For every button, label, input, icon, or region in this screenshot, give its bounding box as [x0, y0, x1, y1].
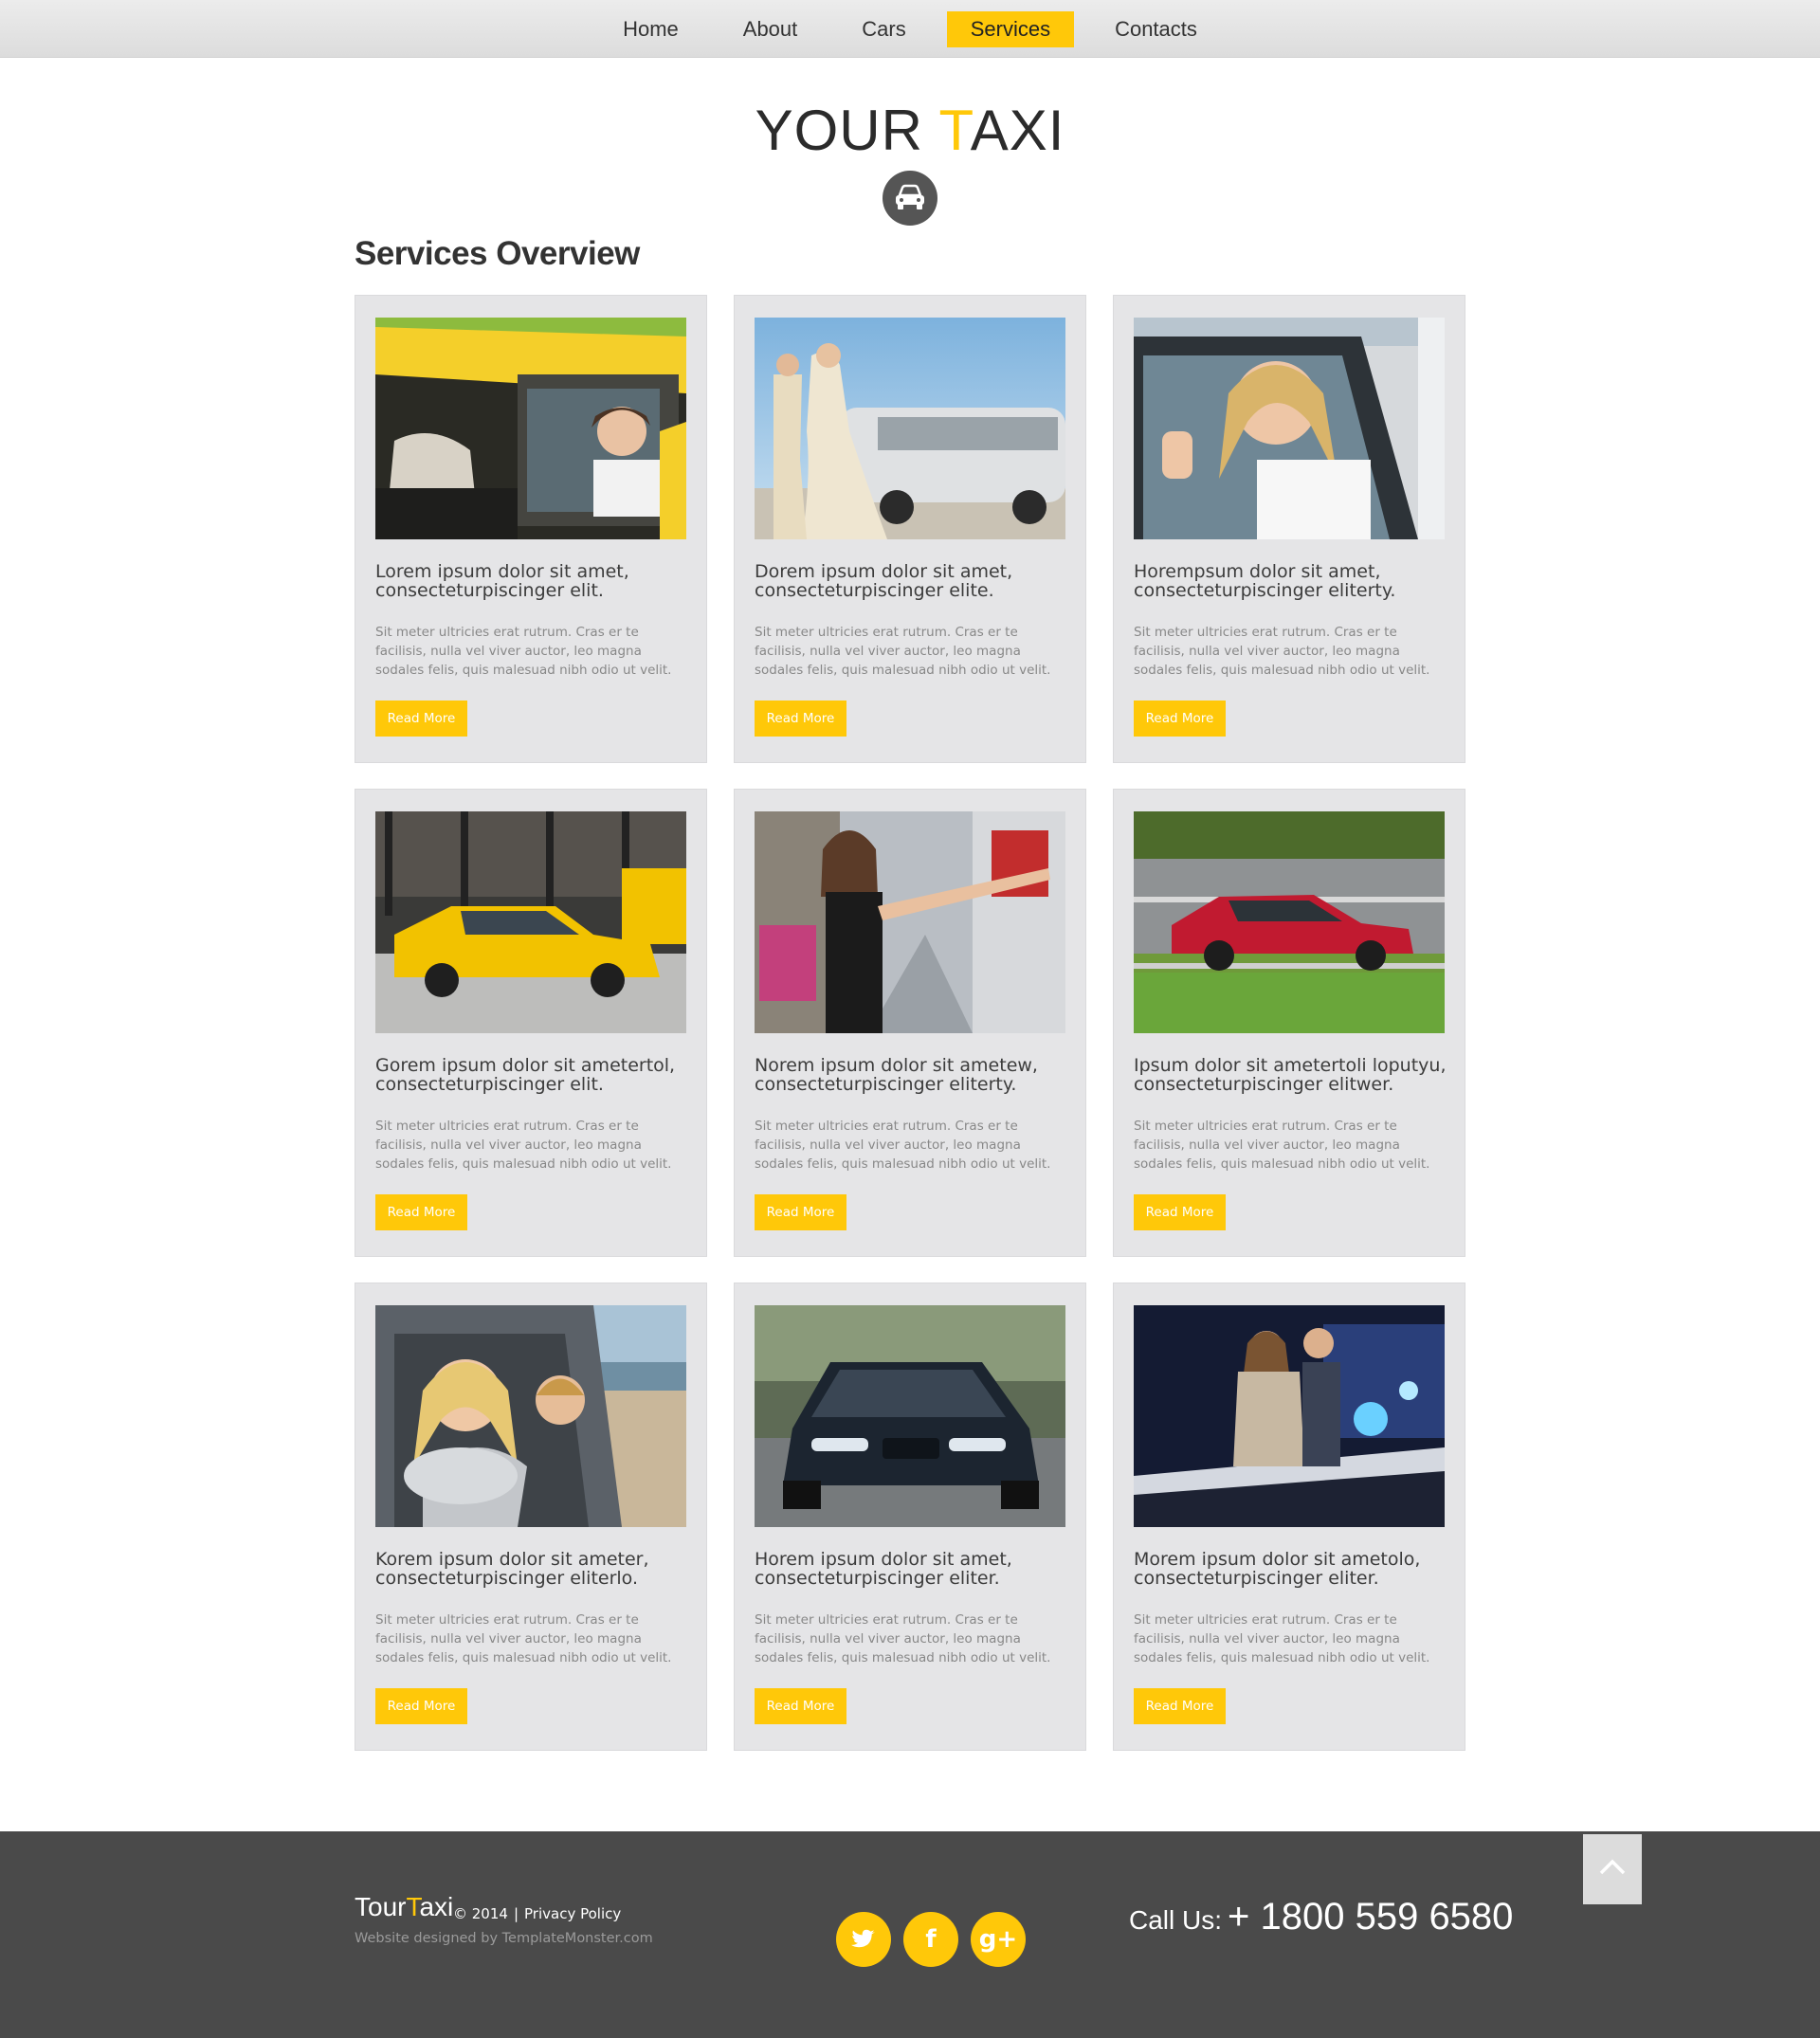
card-title: Gorem ipsum dolor sit ametertol, consect… [375, 1055, 676, 1095]
privacy-policy-link[interactable]: Privacy Policy [524, 1905, 621, 1922]
separator: | [513, 1905, 519, 1922]
facebook-button[interactable]: f [903, 1912, 958, 1967]
card-text: Sit meter ultricies erat rutrum. Cras er… [755, 625, 1051, 678]
chevron-up-icon [1599, 1859, 1626, 1875]
nav-menu: Home About Cars Services Contacts [0, 11, 1820, 47]
happy-driver-photo [1134, 318, 1445, 539]
read-more-button[interactable]: Read More [375, 1194, 467, 1230]
read-more-button[interactable]: Read More [755, 1194, 846, 1230]
top-navigation: Home About Cars Services Contacts [0, 0, 1820, 58]
footer: TourTaxi © 2014 | Privacy Policy Website d… [0, 1831, 1820, 2038]
nav-item-home[interactable]: Home [599, 11, 702, 47]
twitter-icon [851, 1929, 875, 1948]
footer-brand: TourTaxi [355, 1892, 453, 1922]
nav-item-services[interactable]: Services [946, 11, 1075, 47]
copyright: © 2014 [453, 1905, 508, 1922]
google-plus-button[interactable]: g+ [971, 1912, 1026, 1967]
logo-text-part1: YOUR [755, 99, 939, 162]
social-links: f g+ [836, 1912, 1026, 1967]
back-to-top-button[interactable] [1583, 1834, 1642, 1904]
card-title: Ipsum dolor sit ametertoli loputyu, cons… [1134, 1055, 1447, 1095]
card-text: Sit meter ultricies erat rutrum. Cras er… [375, 1119, 672, 1172]
card-text: Sit meter ultricies erat rutrum. Cras er… [375, 625, 672, 678]
twitter-button[interactable] [836, 1912, 891, 1967]
google-plus-icon: g+ [978, 1925, 1018, 1954]
logo-text-accent: T [938, 99, 971, 162]
party-limo-photo [1134, 1305, 1445, 1527]
card-text: Sit meter ultricies erat rutrum. Cras er… [1134, 1612, 1430, 1665]
nav-item-cars[interactable]: Cars [838, 11, 929, 47]
service-card: Norem ipsum dolor sit ametew, consectetu… [734, 789, 1086, 1257]
card-text: Sit meter ultricies erat rutrum. Cras er… [1134, 625, 1430, 678]
nav-item-contacts[interactable]: Contacts [1091, 11, 1221, 47]
card-text: Sit meter ultricies erat rutrum. Cras er… [755, 1119, 1051, 1172]
brand-accent: T [406, 1892, 420, 1921]
nav-item-about[interactable]: About [719, 11, 822, 47]
city-taxi-photo [375, 811, 686, 1033]
service-card: Gorem ipsum dolor sit ametertol, consect… [355, 789, 707, 1257]
read-more-button[interactable]: Read More [1134, 701, 1226, 737]
card-title: Dorem ipsum dolor sit amet, consecteturp… [755, 561, 1013, 601]
site-logo[interactable]: YOUR TAXI [0, 98, 1820, 164]
logo-text-part2: AXI [970, 99, 1065, 162]
service-card: Morem ipsum dolor sit ametolo, consectet… [1113, 1283, 1465, 1751]
services-grid: Lorem ipsum dolor sit amet, consecteturp… [355, 295, 1465, 1751]
service-card: Horempsum dolor sit amet, consecteturpis… [1113, 295, 1465, 763]
brand-part2: axi [419, 1892, 454, 1921]
family-car-photo [375, 1305, 686, 1527]
section-title: Services Overview [355, 235, 640, 272]
service-card: Lorem ipsum dolor sit amet, consecteturp… [355, 295, 707, 763]
card-title: Horempsum dolor sit amet, consecteturpis… [1134, 561, 1396, 601]
read-more-button[interactable]: Read More [755, 701, 846, 737]
black-bmw-photo [755, 1305, 1065, 1527]
phone-number[interactable]: + 1800 559 6580 [1228, 1896, 1513, 1938]
read-more-button[interactable]: Read More [755, 1688, 846, 1724]
brand-part1: Tour [355, 1892, 407, 1921]
call-label: Call Us: [1129, 1905, 1223, 1935]
card-text: Sit meter ultricies erat rutrum. Cras er… [375, 1612, 672, 1665]
read-more-button[interactable]: Read More [1134, 1194, 1226, 1230]
service-card: Horem ipsum dolor sit amet, consecteturp… [734, 1283, 1086, 1751]
facebook-icon: f [925, 1925, 937, 1954]
card-text: Sit meter ultricies erat rutrum. Cras er… [1134, 1119, 1430, 1172]
card-title: Lorem ipsum dolor sit amet, consecteturp… [375, 561, 629, 601]
read-more-button[interactable]: Read More [375, 1688, 467, 1724]
card-title: Morem ipsum dolor sit ametolo, consectet… [1134, 1549, 1421, 1589]
read-more-button[interactable]: Read More [1134, 1688, 1226, 1724]
card-title: Norem ipsum dolor sit ametew, consectetu… [755, 1055, 1038, 1095]
designed-by: Website designed by TemplateMonster.com [355, 1931, 653, 1946]
card-title: Horem ipsum dolor sit amet, consecteturp… [755, 1549, 1012, 1589]
hailing-taxi-photo [755, 811, 1065, 1033]
car-badge [883, 171, 937, 226]
car-icon [896, 184, 924, 209]
service-card: Ipsum dolor sit ametertoli loputyu, cons… [1113, 789, 1465, 1257]
call-us: Call Us: + 1800 559 6580 [1129, 1896, 1513, 1938]
red-car-photo [1134, 811, 1445, 1033]
wedding-limo-photo [755, 318, 1065, 539]
card-title: Korem ipsum dolor sit ameter, consectetu… [375, 1549, 649, 1589]
card-text: Sit meter ultricies erat rutrum. Cras er… [755, 1612, 1051, 1665]
service-card: Korem ipsum dolor sit ameter, consectetu… [355, 1283, 707, 1751]
service-card: Dorem ipsum dolor sit amet, consecteturp… [734, 295, 1086, 763]
read-more-button[interactable]: Read More [375, 701, 467, 737]
taxi-driver-photo [375, 318, 686, 539]
footer-meta: © 2014 | Privacy Policy [453, 1905, 621, 1922]
